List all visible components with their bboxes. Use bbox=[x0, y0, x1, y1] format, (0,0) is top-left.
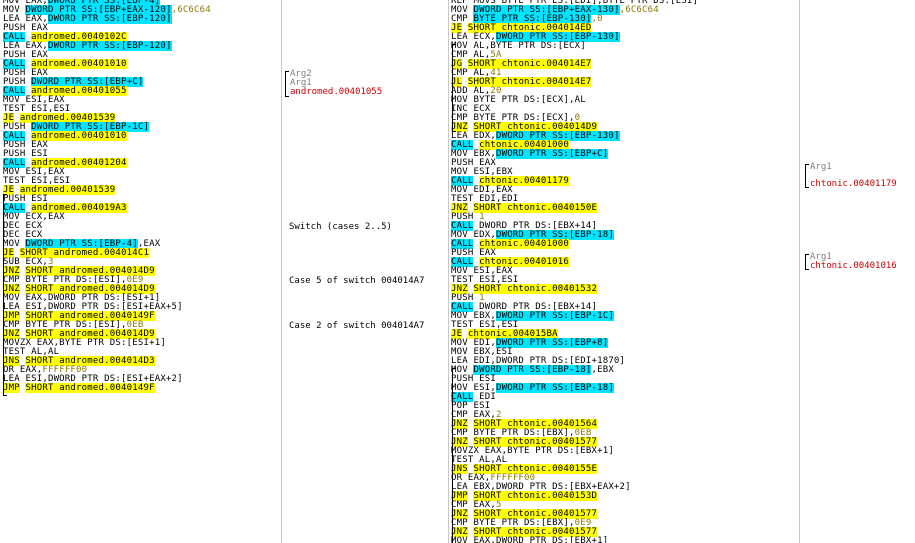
right-code-listing: REP MOVS BYTE PTR ES:[EDI],BYTE PTR DS:[… bbox=[451, 0, 698, 543]
asm-token: ,EBX bbox=[591, 365, 614, 375]
comment-target-b: chtonic.00401016 bbox=[810, 261, 897, 271]
call-args-bracket-a bbox=[805, 164, 809, 188]
left-code-listing: MOV EAX,DWORD PTR SS:[EBP-4] MOV DWORD PT… bbox=[3, 0, 211, 393]
asm-line[interactable]: MOV EAX,DWORD PTR DS:[EBX+1] bbox=[451, 537, 698, 543]
comment-arg1-a: Arg1 bbox=[810, 162, 832, 172]
asm-token: ,0 bbox=[591, 14, 603, 24]
arg-bracket bbox=[3, 194, 7, 396]
asm-line[interactable]: JNZ SHORT chtonic.00401532 bbox=[451, 284, 698, 294]
left-disassembly-pane[interactable]: MOV EAX,DWORD PTR SS:[EBP-4] MOV DWORD PT… bbox=[0, 0, 282, 543]
comment-case2: Case 2 of switch 004014A7 bbox=[289, 321, 425, 331]
asm-token: ,6C6C64 bbox=[619, 5, 659, 15]
right-comment-column: Arg1 chtonic.00401179 Arg1 chtonic.00401… bbox=[801, 0, 915, 543]
asm-token: DWORD PTR SS:[EBP-120] bbox=[47, 14, 172, 24]
loop-bracket bbox=[452, 44, 456, 132]
left-comment-column: Arg2 Arg1 andromed.00401055 Switch (case… bbox=[283, 0, 448, 543]
comment-call-target: andromed.00401055 bbox=[290, 87, 383, 97]
asm-token: SHORT chtonic.0040150E bbox=[473, 203, 598, 213]
call-args-bracket bbox=[285, 71, 289, 97]
asm-line[interactable]: JNZ SHORT chtonic.0040150E bbox=[451, 203, 698, 213]
comment-target-a: chtonic.00401179 bbox=[810, 179, 897, 189]
call-args-bracket-b bbox=[805, 254, 809, 270]
asm-token: SHORT andromed.0040149F bbox=[25, 383, 155, 393]
left-pane-divider bbox=[281, 0, 282, 543]
asm-token: ,6C6C64 bbox=[171, 5, 211, 15]
asm-token: DWORD PTR SS:[EBP-120] bbox=[47, 41, 172, 51]
asm-token: DWORD PTR SS:[EBP+C] bbox=[495, 149, 609, 159]
asm-line[interactable]: JMP SHORT andromed.0040149F bbox=[3, 383, 211, 393]
right-disassembly-pane[interactable]: REP MOVS BYTE PTR ES:[EDI],BYTE PTR DS:[… bbox=[449, 0, 799, 543]
comment-case5: Case 5 of switch 004014A7 bbox=[289, 276, 425, 286]
asm-token: MOV EAX,DWORD PTR DS:[EBX+1] bbox=[451, 536, 609, 543]
loop2-bracket bbox=[452, 368, 456, 543]
asm-token: SHORT chtonic.00401532 bbox=[473, 284, 598, 294]
comment-switch: Switch (cases 2..5) bbox=[289, 222, 392, 232]
asm-token: DWORD PTR SS:[EBP-18] bbox=[495, 383, 614, 393]
right-pane-divider bbox=[799, 0, 800, 543]
